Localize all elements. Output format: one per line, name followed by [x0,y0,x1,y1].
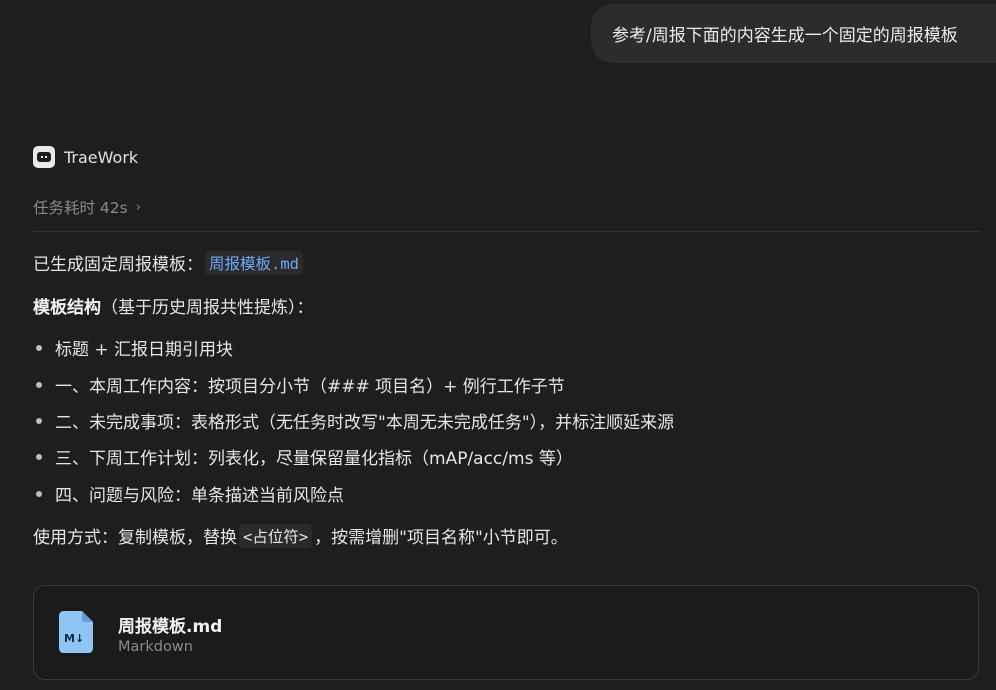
file-link[interactable]: 周报模板.md [205,250,303,275]
markdown-file-icon: M↓ [59,611,93,653]
list-item: 四、问题与风险：单条描述当前风险点 [33,481,344,506]
list-item: 一、本周工作内容：按项目分小节（### 项目名）+ 例行工作子节 [33,372,565,397]
file-name: 周报模板.md [118,617,223,637]
list-item-text: 一、本周工作内容：按项目分小节（### 项目名）+ 例行工作子节 [55,377,565,397]
bullet-dot [36,417,42,424]
response-line-generated: 已生成固定周报模板： 周报模板.md [33,250,305,275]
generated-prefix: 已生成固定周报模板： [33,255,203,275]
list-item-text: 二、未完成事项：表格形式（无任务时改写"本周无未完成任务"），并标注顺延来源 [55,413,675,433]
bullet-dot [36,344,42,351]
user-message-bubble: 参考/周报下面的内容生成一个固定的周报模板 [591,4,996,63]
structure-title: 模板结构 [33,298,101,318]
placeholder-code: <占位符> [239,523,313,548]
agent-header: TraeWork [33,145,138,169]
file-card[interactable]: M↓ 周报模板.md Markdown [33,585,979,680]
list-item-text: 四、问题与风险：单条描述当前风险点 [55,486,344,506]
agent-name: TraeWork [64,147,139,167]
chevron-right-icon: › [135,199,141,215]
divider [33,231,980,232]
task-duration-label: 任务耗时 42s [33,199,128,217]
bullet-dot [36,453,42,460]
svg-text:M↓: M↓ [64,632,84,645]
bullet-dot [36,490,42,497]
list-item-text: 三、下周工作计划：列表化，尽量保留量化指标（mAP/acc/ms 等） [55,449,573,469]
usage-prefix: 使用方式：复制模板，替换 [33,528,237,548]
structure-heading: 模板结构 （基于历史周报共性提炼）： [33,293,314,318]
list-item: 标题 + 汇报日期引用块 [33,335,233,360]
list-item: 二、未完成事项：表格形式（无任务时改写"本周无未完成任务"），并标注顺延来源 [33,408,674,433]
traework-logo-icon [33,146,55,168]
file-type: Markdown [118,639,193,655]
usage-line: 使用方式：复制模板，替换 <占位符> ，按需增删"项目名称"小节即可。 [33,523,568,548]
bullet-dot [36,381,42,388]
user-message-text: 参考/周报下面的内容生成一个固定的周报模板 [612,26,958,46]
list-item: 三、下周工作计划：列表化，尽量保留量化指标（mAP/acc/ms 等） [33,444,573,469]
structure-note: （基于历史周报共性提炼）： [101,298,314,318]
usage-suffix: ，按需增删"项目名称"小节即可。 [314,528,568,548]
list-item-text: 标题 + 汇报日期引用块 [55,340,234,360]
task-duration-toggle[interactable]: 任务耗时 42s › [33,195,141,219]
